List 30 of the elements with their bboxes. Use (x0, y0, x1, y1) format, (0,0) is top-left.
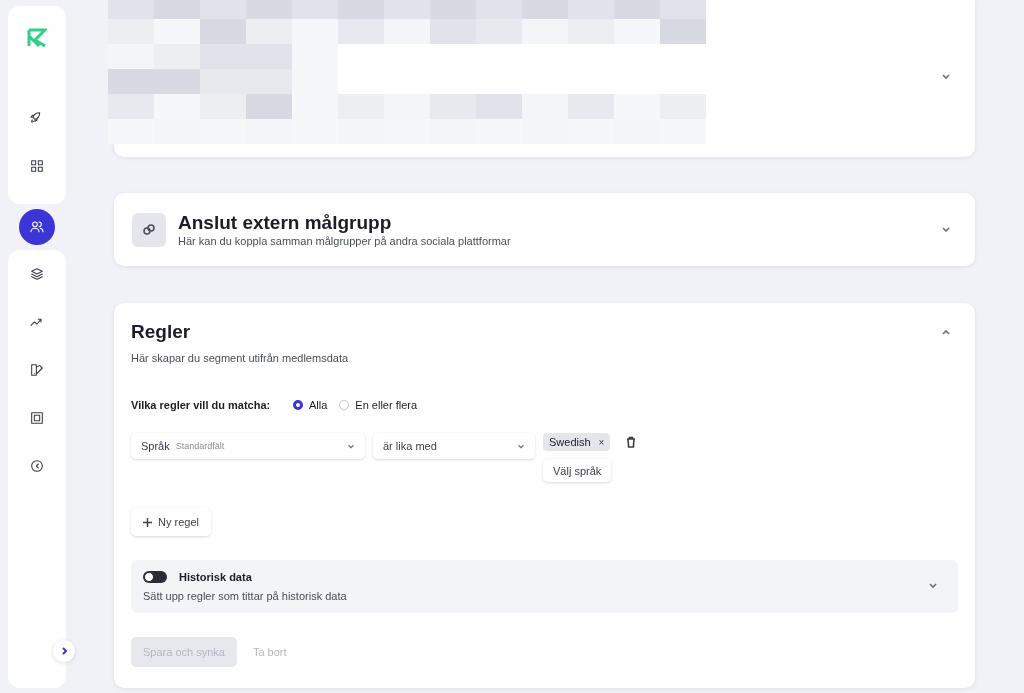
link-icon (132, 212, 166, 247)
caret-icon (517, 442, 525, 450)
radio-label[interactable]: En eller flera (355, 399, 418, 411)
card-title: Regler (131, 321, 191, 343)
trash-icon[interactable] (625, 436, 638, 448)
radio-button[interactable] (293, 400, 303, 410)
chevron-down-icon[interactable] (928, 580, 938, 590)
match-label: Vilka regler vill du matcha: (131, 399, 272, 411)
chevron-right-icon (59, 646, 69, 656)
radio-label[interactable]: Alla (309, 399, 328, 411)
add-rule-button[interactable]: Ny regel (131, 508, 211, 536)
logo-icon (27, 28, 47, 48)
field-select[interactable]: Språk Standardfält (131, 433, 365, 459)
card-subtitle: Här skapar du segment utifrån medlemsdata (131, 351, 350, 365)
chevron-down-icon[interactable] (941, 224, 951, 234)
chevron-down-icon[interactable] (941, 71, 951, 81)
history-subtitle: Sätt upp regler som tittar på historisk data (143, 589, 348, 603)
plus-icon (143, 517, 152, 527)
language-picker-button[interactable]: Välj språk (543, 459, 612, 482)
operator-select[interactable]: är lika med (373, 433, 535, 459)
chevron-up-icon[interactable] (941, 327, 951, 337)
expand-sidebar-button[interactable] (53, 640, 75, 662)
caret-icon (347, 442, 355, 450)
card-title: Anslut extern målgrupp (178, 211, 393, 234)
card-subtitle: Här kan du koppla samman målgrupper på andra sociala plattformar (178, 233, 511, 248)
toggle-switch[interactable] (143, 571, 167, 583)
history-title: Historisk data (179, 571, 252, 583)
remove-tag-button[interactable]: × (598, 436, 605, 448)
tag-label: Swedish (549, 436, 591, 448)
nav-icon[interactable] (19, 209, 55, 245)
